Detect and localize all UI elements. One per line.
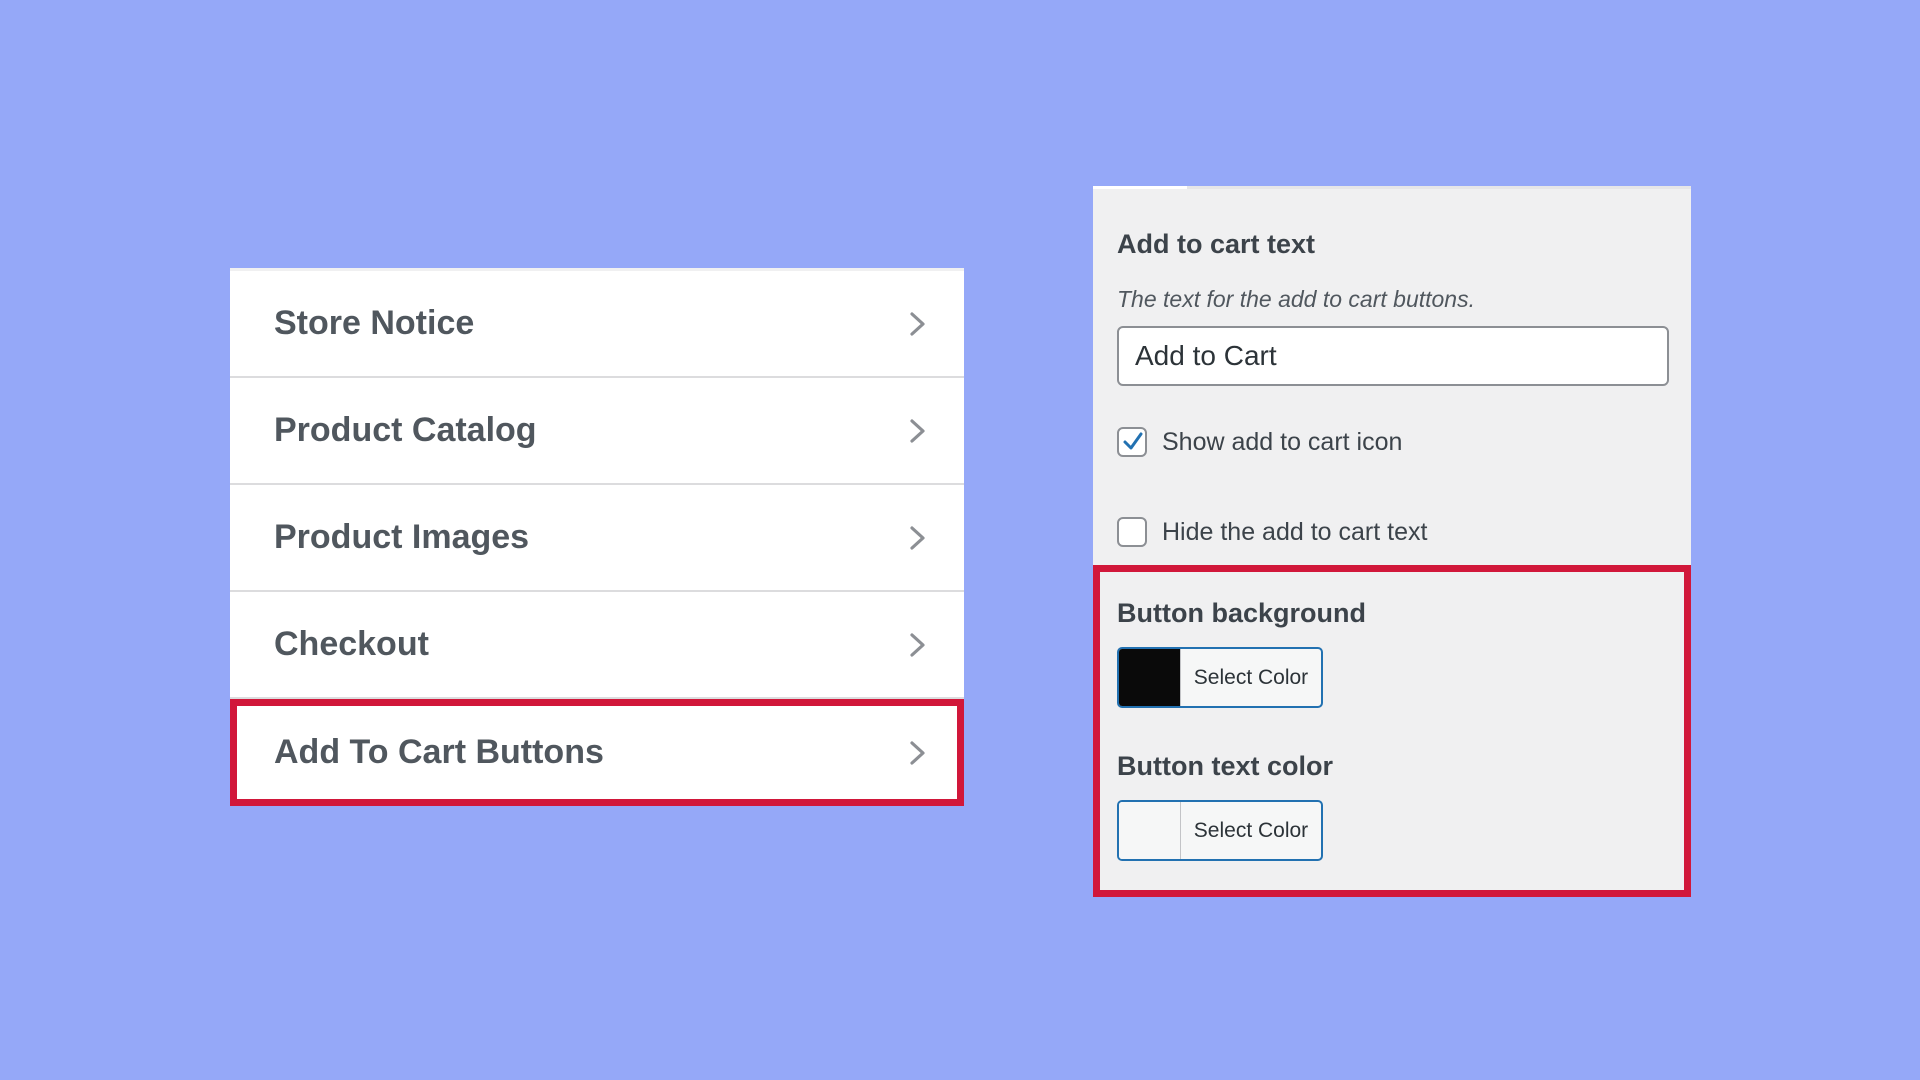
menu-item-label: Store Notice: [274, 304, 475, 342]
add-to-cart-text-description: The text for the add to cart buttons.: [1117, 286, 1475, 312]
menu-item-label: Product Images: [274, 518, 530, 556]
hide-text-label: Hide the add to cart text: [1162, 517, 1428, 546]
button-background-title: Button background: [1117, 598, 1366, 628]
chevron-right-icon: [910, 740, 925, 765]
show-icon-label: Show add to cart icon: [1162, 427, 1403, 456]
hide-add-to-cart-text-option[interactable]: Hide the add to cart text: [1117, 517, 1427, 547]
checkmark-icon: [1123, 432, 1143, 450]
menu-item-product-images[interactable]: Product Images: [230, 485, 964, 592]
button-background-color-picker[interactable]: Select Color: [1117, 647, 1323, 708]
select-color-label: Select Color: [1193, 665, 1309, 689]
chevron-right-icon: [910, 632, 925, 657]
panel-divider: [1187, 186, 1691, 189]
button-text-color-title: Button text color: [1117, 751, 1333, 781]
show-add-to-cart-icon-option[interactable]: Show add to cart icon: [1117, 427, 1402, 457]
menu-item-checkout[interactable]: Checkout: [230, 592, 964, 699]
add-to-cart-settings-panel: Add to cart text The text for the add to…: [1093, 186, 1691, 897]
hide-text-checkbox[interactable]: [1117, 517, 1147, 547]
chevron-right-icon: [910, 418, 925, 443]
menu-item-label: Product Catalog: [274, 411, 537, 449]
menu-item-store-notice[interactable]: Store Notice: [230, 271, 964, 378]
customizer-menu: Store Notice Product Catalog Product Ima…: [230, 268, 964, 806]
color-swatch: [1119, 802, 1181, 859]
menu-item-label: Add To Cart Buttons: [274, 733, 604, 771]
menu-item-label: Checkout: [274, 625, 429, 663]
select-color-label: Select Color: [1193, 818, 1309, 842]
add-to-cart-text-input[interactable]: [1117, 326, 1669, 386]
button-text-color-picker[interactable]: Select Color: [1117, 800, 1323, 861]
chevron-right-icon: [910, 311, 925, 336]
chevron-right-icon: [910, 525, 925, 550]
menu-item-add-to-cart-buttons[interactable]: Add To Cart Buttons: [230, 699, 964, 806]
add-to-cart-text-title: Add to cart text: [1117, 229, 1316, 259]
menu-item-product-catalog[interactable]: Product Catalog: [230, 378, 964, 485]
color-swatch: [1119, 649, 1181, 706]
show-icon-checkbox[interactable]: [1117, 427, 1147, 457]
